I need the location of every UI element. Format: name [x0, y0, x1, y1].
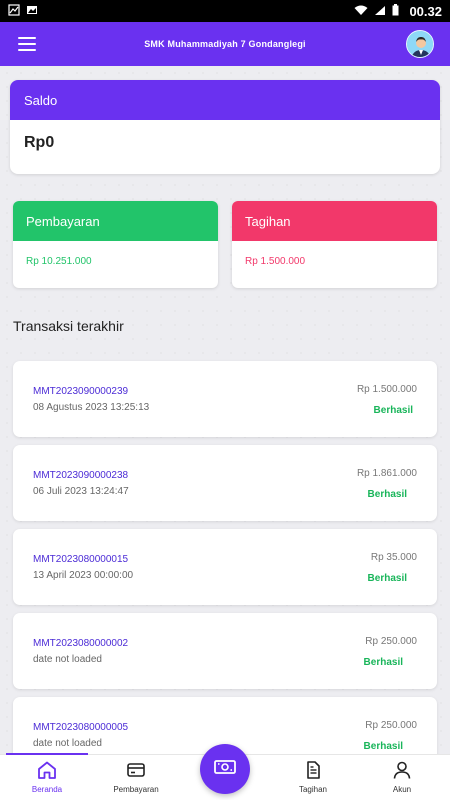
nav-tagihan[interactable]: Tagihan [278, 761, 348, 794]
app-bar: SMK Muhammadiyah 7 Gondanglegi [0, 22, 450, 66]
transaction-date: 06 Juli 2023 13:24:47 [33, 486, 129, 497]
document-icon [303, 761, 323, 781]
transaction-amount: Rp 1.500.000 [356, 384, 417, 395]
saldo-card: Saldo Rp0 [10, 80, 440, 174]
home-icon [37, 761, 57, 781]
saldo-label: Saldo [10, 80, 440, 120]
nav-akun-label: Akun [392, 785, 412, 794]
image-icon [26, 4, 38, 19]
money-icon [213, 758, 237, 781]
status-bar: 00.32 [0, 0, 450, 22]
transaction-amount: Rp 35.000 [370, 552, 417, 563]
transaction-amount: Rp 1.861.000 [356, 468, 417, 479]
transaction-status: Berhasil [363, 657, 403, 668]
transaction-status: Berhasil [367, 489, 407, 500]
nav-tagihan-label: Tagihan [298, 785, 328, 794]
transaction-item[interactable]: MMT2023080000015 13 April 2023 00:00:00 … [13, 529, 437, 605]
tagihan-card[interactable]: Tagihan Rp 1.500.000 [232, 201, 437, 288]
transaction-amount: Rp 250.000 [365, 636, 417, 647]
active-tab-indicator [6, 753, 88, 755]
tagihan-label: Tagihan [232, 201, 437, 241]
transaction-status: Berhasil [363, 741, 403, 752]
home-content[interactable]: Saldo Rp0 Pembayaran Rp 10.251.000 Tagih… [0, 66, 450, 754]
saldo-amount: Rp0 [24, 134, 55, 151]
transaction-item[interactable]: MMT2023080000002 date not loaded Rp 250.… [13, 613, 437, 689]
transaction-amount: Rp 250.000 [365, 720, 417, 731]
pembayaran-label: Pembayaran [13, 201, 218, 241]
avatar[interactable] [406, 30, 434, 58]
transaction-date: date not loaded [33, 738, 102, 749]
transaction-code: MMT2023080000002 [33, 638, 129, 649]
transaction-item[interactable]: MMT2023090000238 06 Juli 2023 13:24:47 R… [13, 445, 437, 521]
nav-beranda[interactable]: Beranda [12, 761, 82, 794]
transaction-item[interactable]: MMT2023090000239 08 Agustus 2023 13:25:1… [13, 361, 437, 437]
transaction-date: 13 April 2023 00:00:00 [33, 570, 134, 581]
card-icon [126, 761, 146, 781]
nav-pembayaran[interactable]: Pembayaran [101, 761, 171, 794]
signal-icon [374, 4, 386, 19]
tagihan-amount: Rp 1.500.000 [245, 256, 306, 267]
battery-icon [392, 3, 399, 19]
transaction-code: MMT2023090000239 [33, 386, 129, 397]
app-title: SMK Muhammadiyah 7 Gondanglegi [144, 39, 306, 49]
section-title: Transaksi terakhir [13, 318, 124, 334]
hamburger-icon[interactable] [18, 37, 36, 51]
transaction-date: 08 Agustus 2023 13:25:13 [33, 402, 150, 413]
payment-fab[interactable] [200, 744, 250, 794]
nav-beranda-label: Beranda [31, 785, 63, 794]
status-time: 00.32 [409, 3, 442, 19]
transaction-date: date not loaded [33, 654, 102, 665]
pembayaran-amount: Rp 10.251.000 [26, 256, 92, 267]
transaction-status: Berhasil [367, 573, 407, 584]
nav-akun[interactable]: Akun [367, 761, 437, 794]
pembayaran-card[interactable]: Pembayaran Rp 10.251.000 [13, 201, 218, 288]
transaction-code: MMT2023080000015 [33, 554, 129, 565]
notification-icon [8, 3, 20, 19]
transaction-status: Berhasil [373, 405, 413, 416]
wifi-icon [354, 4, 368, 19]
transaction-code: MMT2023090000238 [33, 470, 129, 481]
transaction-code: MMT2023080000005 [33, 722, 129, 733]
user-icon [392, 761, 412, 781]
nav-pembayaran-label: Pembayaran [113, 785, 159, 794]
